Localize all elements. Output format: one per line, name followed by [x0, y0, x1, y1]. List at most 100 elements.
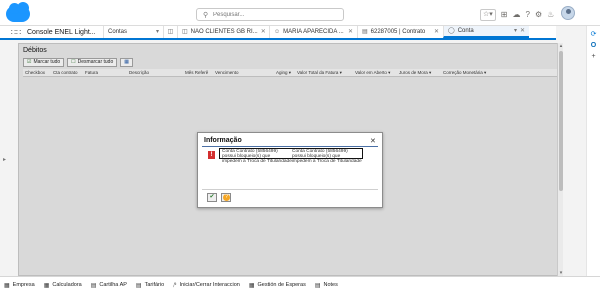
building-icon: ▦ [4, 282, 10, 289]
add-icon[interactable]: + [587, 53, 600, 60]
col-valor-total[interactable]: Valor Total da Fatura ▾ [295, 69, 353, 76]
bell-icon[interactable]: ♨ [547, 10, 554, 20]
unmark-all-button[interactable]: ☐ Desmarcar tudo [67, 57, 118, 67]
tab-label: Conta [457, 28, 474, 34]
dialog-divider [202, 146, 378, 147]
tab-contrato[interactable]: ▤ 62287005 | Contrato ✕ [357, 26, 443, 38]
col-aging[interactable]: Aging ▾ [261, 69, 295, 76]
col-checkbox[interactable]: Checkbox [23, 69, 51, 76]
utility-label: Notes [323, 282, 338, 288]
user-avatar[interactable] [561, 6, 575, 20]
book-icon: ▤ [90, 282, 97, 289]
utility-label: Gestión de Esperas [257, 282, 306, 288]
utility-label: Cartilha AP [99, 282, 127, 288]
chevron-down-icon[interactable]: ▾ [514, 26, 517, 36]
app-name: Console ENEL Light... [27, 29, 96, 36]
col-correcao-monetaria[interactable]: Correção Monetária ▾ [441, 69, 499, 76]
queue-icon: ▦ [248, 282, 255, 289]
close-icon[interactable]: ✕ [261, 26, 266, 38]
export-button[interactable]: ▦ [120, 57, 133, 67]
message-text: Conta Contrato (5856499) possui bloqueio… [222, 149, 278, 159]
settings-icon[interactable]: ⚙ [535, 10, 542, 20]
col-fatura[interactable]: Fatura [83, 69, 127, 76]
tab-label: Contas [108, 29, 128, 35]
utility-bar: ▦ Empresa ▦ Calculadora ▤ Cartilha AP ▤ … [0, 276, 600, 293]
scroll-up-icon[interactable]: ▴ [558, 43, 564, 49]
message-text: impedem a Troca de Titularidadeimpedem a… [222, 159, 362, 164]
utility-cartilha[interactable]: ▤ Cartilha AP [91, 282, 127, 289]
vertical-scrollbar[interactable]: ▴ ▾ [557, 43, 563, 276]
close-icon[interactable]: ✕ [434, 26, 439, 38]
help-icon[interactable]: ? [526, 10, 530, 20]
utility-label: Tarifário [144, 282, 165, 288]
lightning-icon: ⭚ [173, 282, 177, 289]
panel-toolbar: ☑ Marcar tudo ☐ Desmarcar tudo ▦ [23, 57, 559, 67]
col-juros-mora[interactable]: Juros de Mora ▾ [397, 69, 441, 76]
chevron-down-icon[interactable]: ▾ [156, 26, 159, 38]
panel-title: Débitos [23, 47, 47, 54]
contract-icon: ▤ [362, 29, 368, 35]
utility-esperas[interactable]: ▦ Gestión de Esperas [249, 282, 306, 289]
search-icon: ⚲ [203, 12, 209, 19]
tab-nao-clientes[interactable]: ◫ NAO CLIENTES GB RI... ✕ [177, 26, 269, 38]
tab-maria-aparecida[interactable]: ☺ MARIA APARECIDA ... ✕ [269, 26, 357, 38]
utility-notes[interactable]: ▤ Notes [315, 282, 338, 289]
calculator-icon: ▦ [43, 282, 50, 289]
close-icon[interactable]: ✕ [520, 26, 525, 36]
briefcase-icon: ◫ [182, 29, 188, 35]
salesforce-logo[interactable] [6, 2, 30, 22]
col-cta-contrato[interactable]: Cta contrato [51, 69, 83, 76]
dialog-footer-divider [202, 189, 378, 190]
tariff-icon: ▤ [135, 282, 142, 289]
mark-all-button[interactable]: ☑ Marcar tudo [23, 57, 65, 67]
col-descricao[interactable]: Descrição [127, 69, 183, 76]
search-input[interactable] [213, 10, 339, 19]
refresh-icon[interactable]: ⟳ [587, 30, 600, 38]
checkbox-icon: ☑ [27, 58, 32, 65]
export-icon: ▦ [124, 58, 129, 65]
help-icon: ? [223, 194, 230, 201]
button-label: Marcar tudo [33, 58, 61, 65]
close-icon[interactable]: ✕ [370, 137, 376, 145]
star-icon[interactable]: ☆▾ [480, 9, 496, 21]
briefcase-icon: ◫ [167, 29, 174, 35]
scroll-thumb[interactable] [559, 51, 563, 191]
dialog-title: Informação [204, 137, 242, 144]
notes-icon: ▤ [314, 282, 321, 289]
tab-label: 62287005 | Contrato [370, 29, 426, 35]
cloud-icon[interactable]: ☁ [513, 10, 521, 20]
utility-tarifario[interactable]: ▤ Tarifário [136, 282, 164, 289]
ok-button[interactable]: ✔ [207, 193, 217, 202]
outlook-icon[interactable]: O [587, 42, 600, 49]
right-utility-bar: ⟳ O + [586, 26, 600, 276]
close-icon[interactable]: ✕ [348, 26, 353, 38]
help-button[interactable]: ? [221, 193, 231, 202]
utility-interaccion[interactable]: ⭚ Iniciar/Cerrar Interaccion [173, 282, 240, 289]
tab-label: MARIA APARECIDA ... [283, 29, 344, 35]
global-search[interactable]: ⚲ [196, 8, 344, 21]
utility-calculadora[interactable]: ▦ Calculadora [44, 282, 82, 289]
app-launcher-icon[interactable]: ∷∷ [9, 26, 23, 38]
message-text: Conta Contrato (5856499) possui bloqueio… [292, 149, 348, 159]
grid-header: Checkbox Cta contrato Fatura Descrição M… [23, 69, 559, 77]
info-dialog: Informação ✕ ! Conta Contrato (5856499) … [197, 132, 383, 208]
header-actions: ☆▾ ⊞ ☁ ? ⚙ ♨ [480, 9, 554, 21]
contact-icon: ☺ [274, 29, 281, 35]
drag-handle-icon[interactable]: ▸ [3, 156, 6, 163]
utility-label: Calculadora [52, 282, 82, 288]
utility-label: Iniciar/Cerrar Interaccion [179, 282, 240, 288]
tab-conta[interactable]: ◯ Conta ▾ ✕ [443, 26, 529, 38]
error-icon: ! [208, 151, 215, 159]
tab-contas[interactable]: Contas ▾ [103, 26, 163, 38]
checkbox-empty-icon: ☐ [71, 58, 76, 65]
console-nav-bar: ∷∷ Console ENEL Light... Contas ▾ ◫ ◫ NA… [0, 26, 556, 40]
col-valor-aberto[interactable]: Valor em Aberto ▾ [353, 69, 397, 76]
tab-label: NAO CLIENTES GB RI... [190, 29, 258, 35]
col-vencimento[interactable]: Vencimento [213, 69, 261, 76]
utility-empresa[interactable]: ▦ Empresa [4, 282, 35, 289]
tab-menu[interactable]: ◫ [163, 26, 177, 38]
add-icon[interactable]: ⊞ [501, 10, 508, 20]
button-label: Desmarcar tudo [77, 58, 114, 65]
account-icon: ◯ [448, 28, 455, 34]
col-mes-referencia[interactable]: Mês Referê [183, 69, 213, 76]
